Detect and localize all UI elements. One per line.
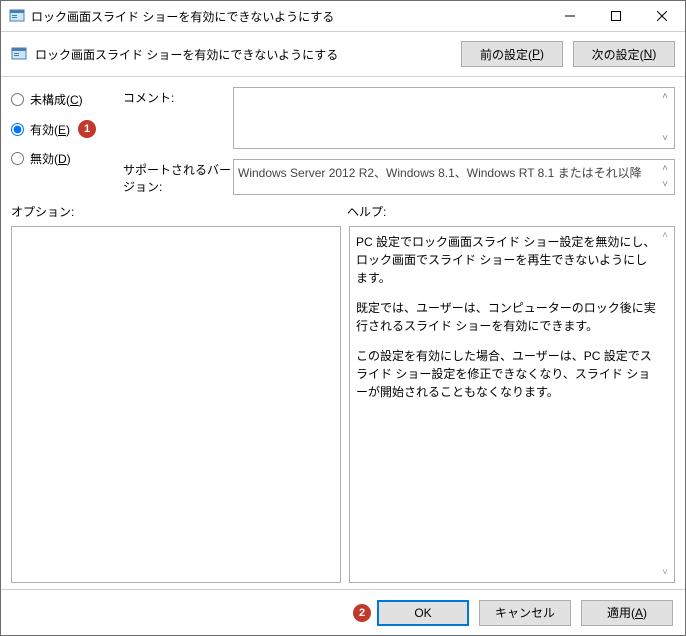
radio-enabled-label: 有効(E) (30, 121, 70, 138)
ok-button[interactable]: OK (377, 600, 469, 626)
support-label: サポートされるバージョン: (123, 159, 233, 195)
radio-not-configured-input[interactable] (11, 93, 24, 106)
cancel-button[interactable]: キャンセル (479, 600, 571, 626)
policy-icon (9, 8, 25, 24)
chevron-down-icon[interactable]: ˅ (658, 178, 672, 192)
radio-disabled-label: 無効(D) (30, 150, 71, 167)
titlebar: ロック画面スライド ショーを有効にできないようにする (1, 1, 685, 32)
policy-header: ロック画面スライド ショーを有効にできないようにする 前の設定(P) 次の設定(… (1, 32, 685, 77)
help-paragraph: この設定を有効にした場合、ユーザーは、PC 設定でスライド ショー設定を修正でき… (356, 347, 656, 401)
help-paragraph: PC 設定でロック画面スライド ショー設定を無効にし、ロック画面でスライド ショ… (356, 233, 656, 287)
radio-not-configured-label: 未構成(C) (30, 91, 83, 108)
help-pane: PC 設定でロック画面スライド ショー設定を無効にし、ロック画面でスライド ショ… (349, 226, 675, 583)
comment-row: コメント: ˄ ˅ (123, 87, 675, 149)
minimize-button[interactable] (547, 1, 593, 31)
policy-icon (11, 46, 27, 62)
radio-disabled-input[interactable] (11, 152, 24, 165)
radio-enabled[interactable]: 有効(E) 1 (11, 120, 123, 138)
policy-editor-window: ロック画面スライド ショーを有効にできないようにする ロック画面スライド ショー… (0, 0, 686, 636)
dialog-footer: 2 OK キャンセル 適用(A) (1, 589, 685, 635)
chevron-down-icon[interactable]: ˅ (658, 132, 672, 146)
next-setting-button[interactable]: 次の設定(N) (573, 41, 675, 67)
close-button[interactable] (639, 1, 685, 31)
support-field: Windows Server 2012 R2、Windows 8.1、Windo… (233, 159, 675, 195)
panes: PC 設定でロック画面スライド ショー設定を無効にし、ロック画面でスライド ショ… (1, 222, 685, 589)
dialog-body: 未構成(C) 有効(E) 1 無効(D) コメント: ˄ (1, 77, 685, 635)
apply-button[interactable]: 適用(A) (581, 600, 673, 626)
radio-enabled-input[interactable] (11, 123, 24, 136)
options-label: オプション: (11, 203, 347, 220)
chevron-up-icon[interactable]: ˄ (658, 162, 672, 176)
previous-setting-button[interactable]: 前の設定(P) (461, 41, 563, 67)
right-fields: コメント: ˄ ˅ サポートされるバージョン: Windows Server 2… (123, 87, 675, 195)
section-labels: オプション: ヘルプ: (1, 199, 685, 222)
chevron-down-icon[interactable]: ˅ (658, 566, 672, 580)
state-radios: 未構成(C) 有効(E) 1 無効(D) (11, 87, 123, 195)
maximize-button[interactable] (593, 1, 639, 31)
chevron-up-icon[interactable]: ˄ (658, 229, 672, 243)
options-pane (11, 226, 341, 583)
callout-1: 1 (78, 120, 96, 138)
top-row: 未構成(C) 有効(E) 1 無効(D) コメント: ˄ (1, 77, 685, 199)
chevron-up-icon[interactable]: ˄ (658, 90, 672, 104)
radio-not-configured[interactable]: 未構成(C) (11, 91, 123, 108)
comment-field[interactable]: ˄ ˅ (233, 87, 675, 149)
callout-2: 2 (353, 604, 371, 622)
support-row: サポートされるバージョン: Windows Server 2012 R2、Win… (123, 159, 675, 195)
window-title: ロック画面スライド ショーを有効にできないようにする (31, 8, 334, 25)
radio-disabled[interactable]: 無効(D) (11, 150, 123, 167)
comment-label: コメント: (123, 87, 233, 106)
help-paragraph: 既定では、ユーザーは、コンピューターのロック後に実行されるスライド ショーを有効… (356, 299, 656, 335)
support-value: Windows Server 2012 R2、Windows 8.1、Windo… (238, 166, 642, 180)
policy-title: ロック画面スライド ショーを有効にできないようにする (35, 46, 451, 63)
help-label: ヘルプ: (347, 203, 675, 220)
